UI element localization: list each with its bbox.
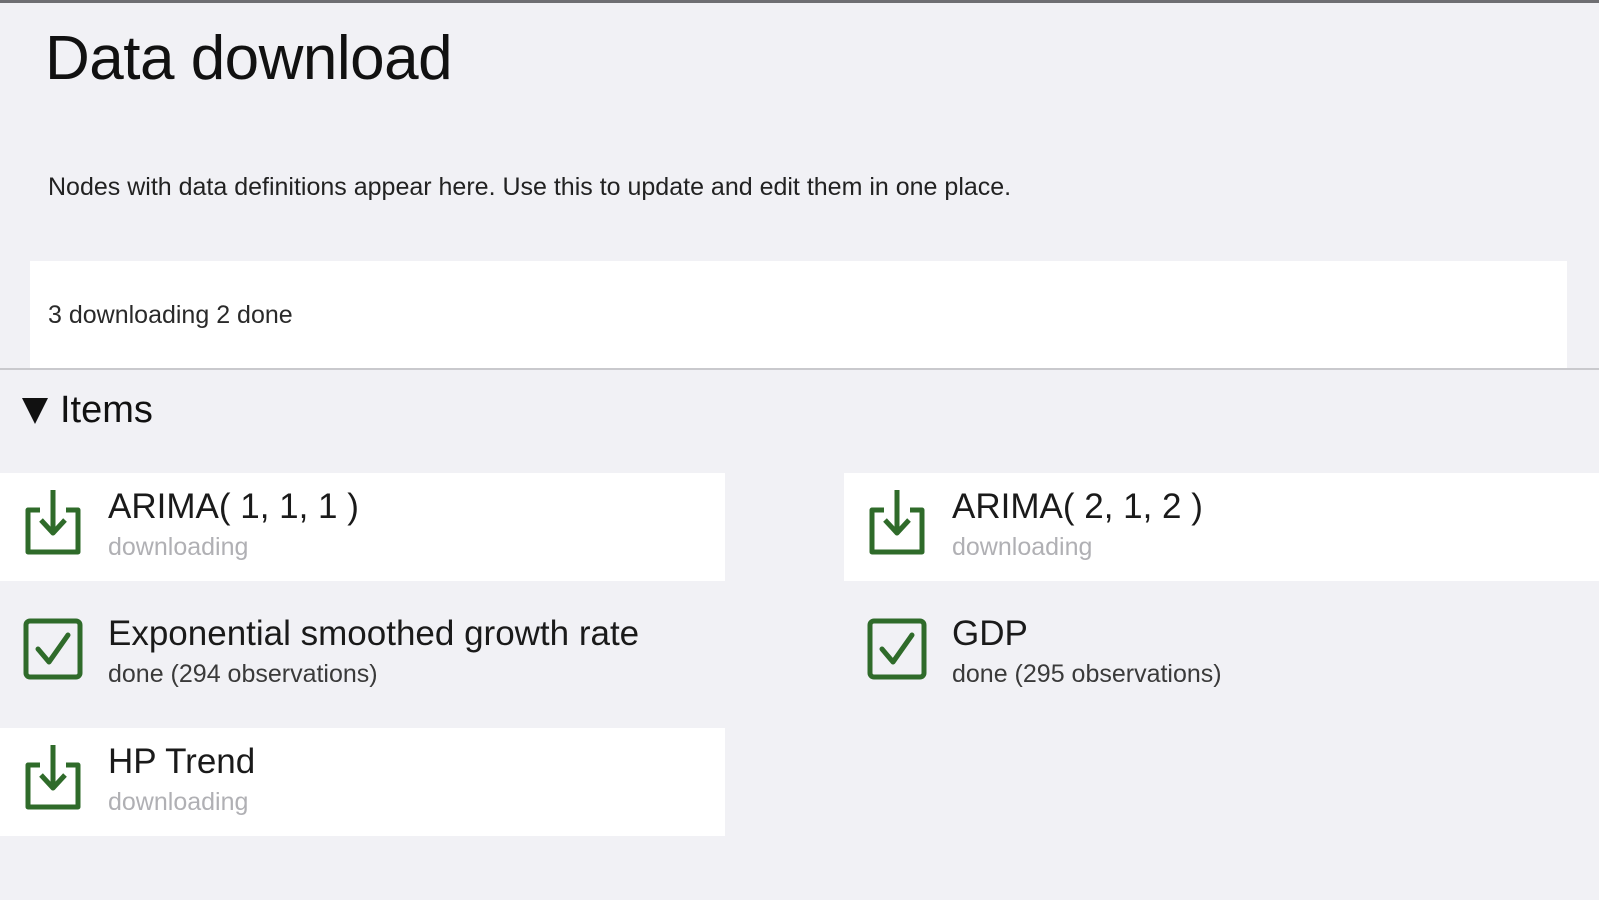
items-section-toggle[interactable]: Items [22,389,153,432]
data-download-page: Data download Nodes with data definition… [0,0,1599,900]
data-item-arima-111[interactable]: ARIMA( 1, 1, 1 ) downloading [0,473,725,581]
item-status: done (295 observations) [952,660,1222,688]
checkbox-checked-icon [867,618,927,680]
items-section-label: Items [60,389,153,431]
checkbox-checked-icon [23,618,83,680]
item-name: ARIMA( 2, 1, 2 ) [952,487,1203,526]
item-name: GDP [952,614,1028,653]
disclosure-triangle-icon [22,397,48,424]
page-description: Nodes with data definitions appear here.… [48,173,1012,201]
item-status: downloading [952,533,1093,561]
item-status: done (294 observations) [108,660,378,688]
status-summary-text: 3 downloading 2 done [48,301,293,329]
section-divider [0,368,1599,370]
status-summary-panel: 3 downloading 2 done [30,261,1567,368]
page-title: Data download [45,24,453,93]
data-item-exponential-smoothed-growth-rate[interactable]: Exponential smoothed growth rate done (2… [0,600,725,708]
data-item-gdp[interactable]: GDP done (295 observations) [844,600,1599,708]
download-icon [25,490,81,555]
download-icon [25,745,81,810]
item-name: HP Trend [108,742,256,781]
data-item-hp-trend[interactable]: HP Trend downloading [0,728,725,836]
download-icon [869,490,925,555]
data-item-arima-212[interactable]: ARIMA( 2, 1, 2 ) downloading [844,473,1599,581]
item-status: downloading [108,533,249,561]
item-name: ARIMA( 1, 1, 1 ) [108,487,359,526]
item-status: downloading [108,788,249,816]
item-name: Exponential smoothed growth rate [108,614,640,653]
